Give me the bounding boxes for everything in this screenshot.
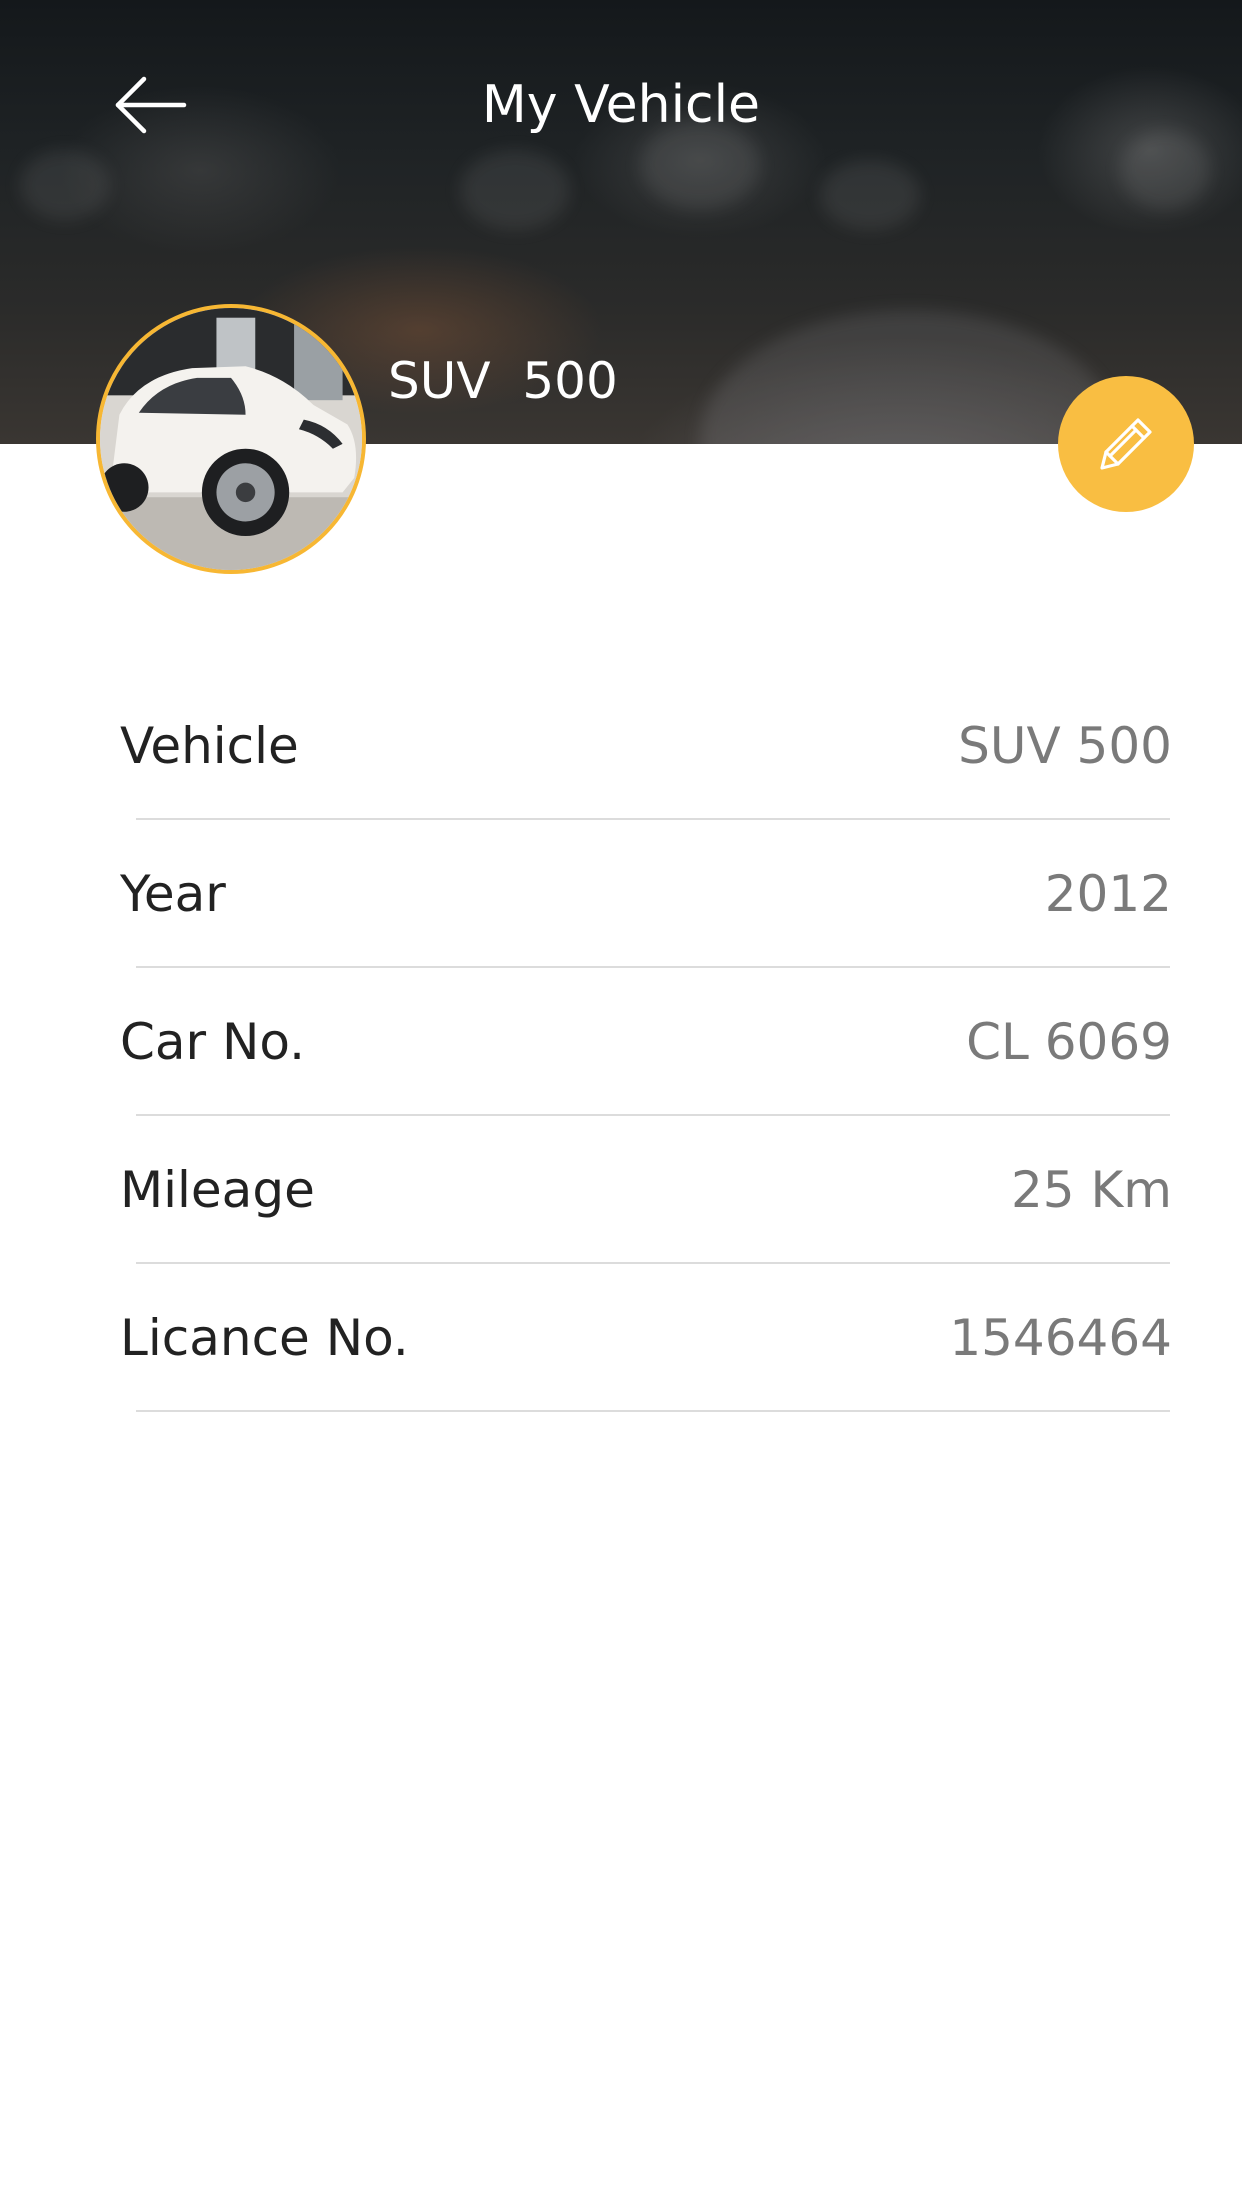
page-title: My Vehicle	[481, 75, 761, 135]
my-vehicle-screen: My Vehicle SUV 500 Vehicle SUV 500 Year …	[0, 0, 1242, 2208]
detail-row-mileage: Mileage 25 Km	[0, 1116, 1242, 1264]
detail-value: 1546464	[949, 1309, 1172, 1367]
detail-label: Licance No.	[120, 1309, 409, 1367]
detail-value: CL 6069	[966, 1013, 1172, 1071]
detail-label: Mileage	[120, 1161, 315, 1219]
edit-button[interactable]	[1058, 376, 1194, 512]
detail-value: 2012	[1044, 865, 1172, 923]
detail-value: SUV 500	[958, 717, 1172, 775]
vehicle-name: SUV 500	[388, 352, 618, 410]
vehicle-details-list: Vehicle SUV 500 Year 2012 Car No. CL 606…	[0, 672, 1242, 1412]
detail-row-year: Year 2012	[0, 820, 1242, 968]
detail-row-car-no: Car No. CL 6069	[0, 968, 1242, 1116]
detail-label: Vehicle	[120, 717, 299, 775]
detail-row-vehicle: Vehicle SUV 500	[0, 672, 1242, 820]
pencil-icon	[1100, 418, 1152, 470]
detail-label: Year	[120, 865, 226, 923]
car-photo-icon	[100, 308, 362, 570]
detail-value: 25 Km	[1010, 1161, 1172, 1219]
detail-row-licence-no: Licance No. 1546464	[0, 1264, 1242, 1412]
vehicle-avatar[interactable]	[96, 304, 366, 574]
divider	[136, 1410, 1170, 1412]
detail-label: Car No.	[120, 1013, 306, 1071]
